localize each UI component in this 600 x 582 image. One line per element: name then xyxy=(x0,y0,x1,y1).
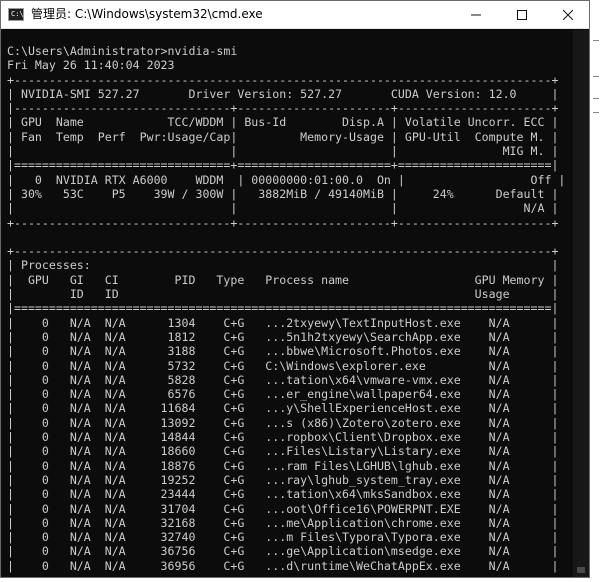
console-line: +---------------------------------------… xyxy=(7,244,559,259)
console-line: | 0 N/A N/A 19252 C+G ...ray\lghub_syste… xyxy=(7,472,559,487)
console-line: | 0 N/A N/A 18660 C+G ...Files\Listary\L… xyxy=(7,444,559,459)
console-line: | 0 N/A N/A 31704 C+G ...oot\Office16\PO… xyxy=(7,501,559,516)
console-line: | 0 N/A N/A 36756 C+G ...ge\Application\… xyxy=(7,544,559,559)
console-line: | 0 N/A N/A 5828 C+G ...tation\x64\vmwar… xyxy=(7,372,559,387)
close-icon xyxy=(563,10,573,20)
minimize-button[interactable] xyxy=(453,1,499,29)
minimize-icon xyxy=(471,14,481,16)
console-line: | 0 N/A N/A 6576 C+G ...er_engine\wallpa… xyxy=(7,387,559,402)
console-line: | NVIDIA-SMI 527.27 Driver Version: 527.… xyxy=(7,86,559,101)
console-line: |=======================================… xyxy=(7,301,559,316)
console-line: | ID ID Usage | xyxy=(7,287,559,302)
console-line: |-------------------------------+-------… xyxy=(7,101,559,116)
maximize-icon xyxy=(517,10,527,20)
console-line: | 0 N/A N/A 14844 C+G ...ropbox\Client\D… xyxy=(7,430,559,445)
console-output[interactable]: C:\Users\Administrator>nvidia-smi Fri Ma… xyxy=(7,44,569,574)
console-line: | 0 N/A N/A 13092 C+G ...s (x86)\Zotero\… xyxy=(7,415,559,430)
console-line: | 30% 53C P5 39W / 300W | 3882MiB / 4914… xyxy=(7,186,559,201)
console-line: |===============================+=======… xyxy=(7,158,559,173)
cmd-app-icon: C:\ xyxy=(8,8,24,21)
console-line: Fri May 26 11:40:04 2023 xyxy=(7,58,175,73)
console-line: | 0 N/A N/A 32740 C+G ...m Files\Typora\… xyxy=(7,530,559,545)
console-line: | | | MIG M. | xyxy=(7,144,559,159)
cmd-window: C:\ 管理员: C:\Windows\system32\cmd.exe C:\… xyxy=(0,0,590,578)
console-line: C:\Users\Administrator>nvidia-smi xyxy=(7,44,238,58)
console-line: | 0 N/A N/A 18876 C+G ...ram Files\LGHUB… xyxy=(7,458,559,473)
console-line: | 0 N/A N/A 3188 C+G ...bbwe\Microsoft.P… xyxy=(7,344,559,359)
title-bar[interactable]: C:\ 管理员: C:\Windows\system32\cmd.exe xyxy=(1,1,589,29)
window-title: 管理员: C:\Windows\system32\cmd.exe xyxy=(31,7,263,21)
vertical-scrollbar[interactable] xyxy=(573,30,589,577)
close-button[interactable] xyxy=(545,1,591,29)
scrollbar-thumb[interactable] xyxy=(577,567,585,573)
console-line: | 0 N/A N/A 1304 C+G ...2txyewy\TextInpu… xyxy=(7,315,559,330)
console-line: | 0 N/A N/A 5732 C+G C:\Windows\explorer… xyxy=(7,358,559,373)
console-line: | 0 N/A N/A 32168 C+G ...me\Application\… xyxy=(7,515,559,530)
console-line: | GPU Name TCC/WDDM | Bus-Id Disp.A | Vo… xyxy=(7,115,559,130)
console-line: +-------------------------------+-------… xyxy=(7,215,559,230)
console-line: | 0 N/A N/A 11684 C+G ...y\ShellExperien… xyxy=(7,401,559,416)
maximize-button[interactable] xyxy=(499,1,545,29)
console-line: | 0 N/A N/A 23444 C+G ...tation\x64\mksS… xyxy=(7,487,559,502)
console-line: | GPU GI CI PID Type Process name GPU Me… xyxy=(7,272,559,287)
console-line: | Processes: | xyxy=(7,258,559,273)
console-line: | 0 N/A N/A 1812 C+G ...5n1h2txyewy\Sear… xyxy=(7,329,559,344)
background-window-edge xyxy=(591,0,600,582)
console-line: +---------------------------------------… xyxy=(7,72,559,87)
console-line: | | | N/A | xyxy=(7,201,559,216)
console-line: | 0 N/A N/A 36956 C+G ...d\runtime\WeCha… xyxy=(7,558,559,573)
console-line: | Fan Temp Perf Pwr:Usage/Cap| Memory-Us… xyxy=(7,129,559,144)
console-text: C:\Users\Administrator>nvidia-smi Fri Ma… xyxy=(7,44,569,573)
console-line: | 0 NVIDIA RTX A6000 WDDM | 00000000:01:… xyxy=(7,172,566,187)
cmd-app-icon-text: C:\ xyxy=(11,10,24,18)
